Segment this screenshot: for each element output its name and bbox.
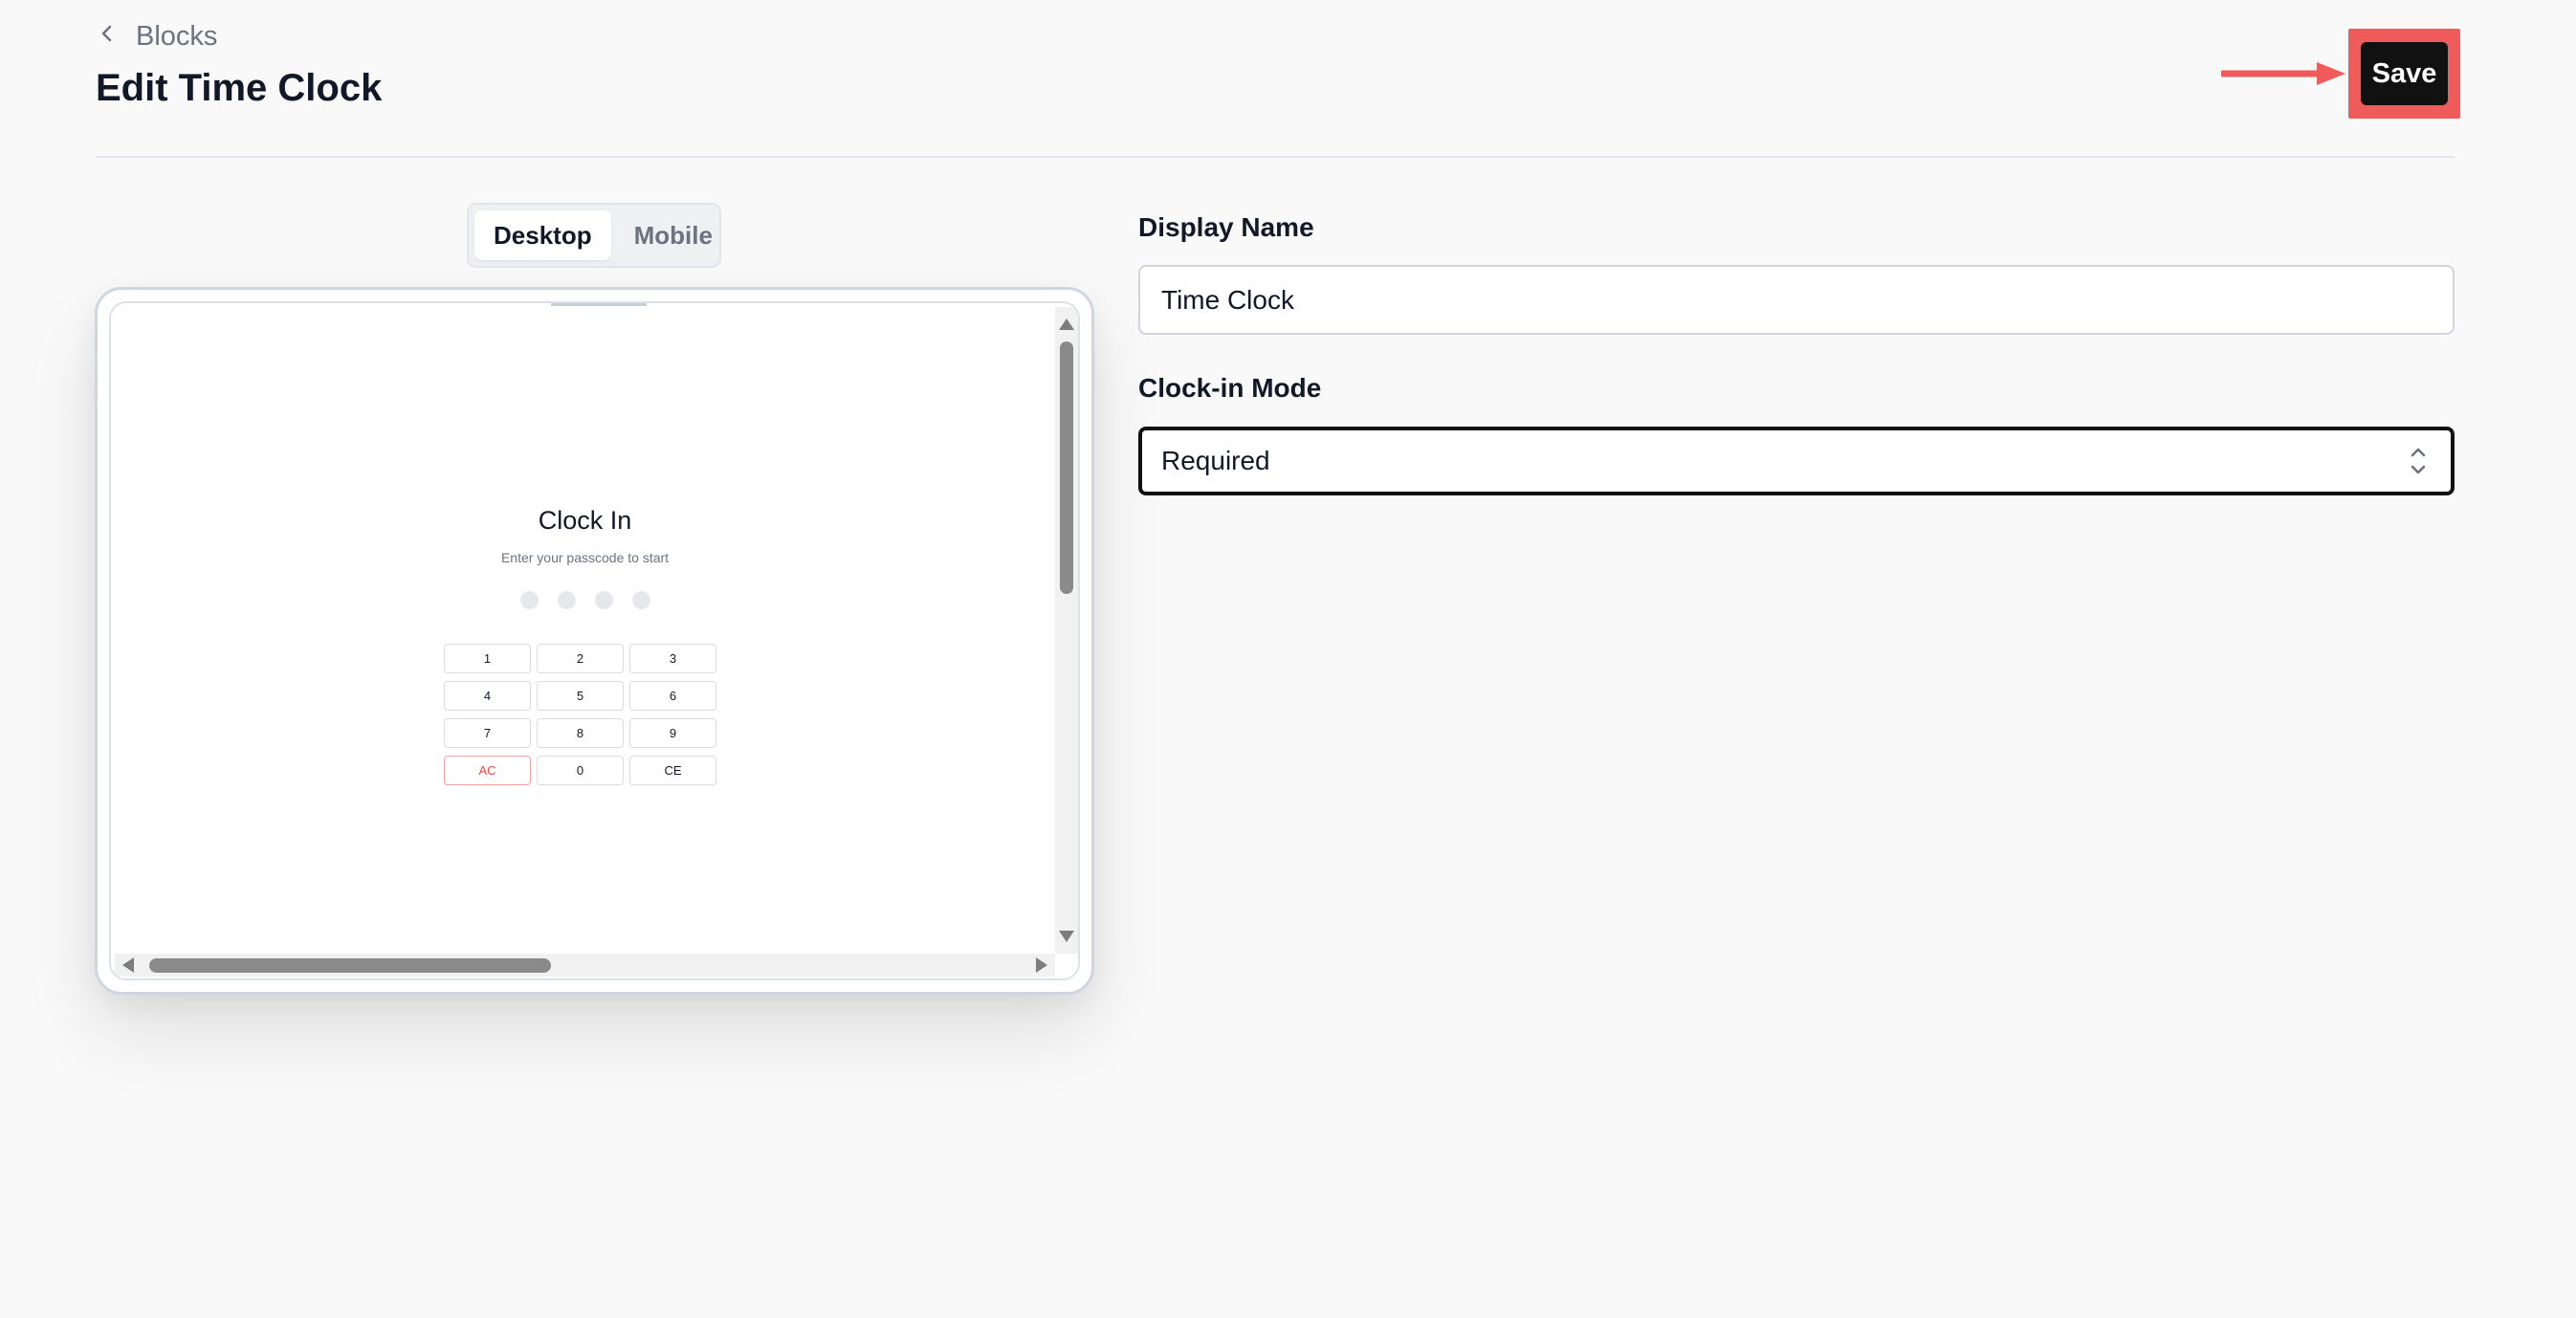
- vertical-scrollbar[interactable]: [1055, 307, 1078, 954]
- display-name-label: Display Name: [1138, 212, 1314, 242]
- page-title: Edit Time Clock: [96, 67, 383, 109]
- clock-in-title: Clock In: [538, 506, 632, 535]
- toggle-mobile[interactable]: Mobile: [615, 210, 732, 260]
- key-clear-all[interactable]: AC: [444, 756, 531, 785]
- breadcrumb-label[interactable]: Blocks: [136, 21, 217, 53]
- view-toggle: Desktop Mobile: [467, 203, 721, 268]
- toggle-desktop[interactable]: Desktop: [474, 210, 611, 260]
- device-notch: [551, 303, 647, 306]
- key-clear-entry[interactable]: CE: [629, 756, 716, 785]
- key-0[interactable]: 0: [537, 756, 624, 785]
- select-chevron-icon: [2411, 448, 2426, 474]
- key-5[interactable]: 5: [537, 681, 624, 711]
- key-7[interactable]: 7: [444, 718, 531, 748]
- key-1[interactable]: 1: [444, 644, 531, 673]
- clockin-mode-label: Clock-in Mode: [1138, 373, 1322, 403]
- passcode-dot: [595, 591, 613, 609]
- save-button[interactable]: Save: [2361, 42, 2448, 105]
- passcode-dot: [520, 591, 539, 609]
- clockin-mode-value: Required: [1161, 446, 1270, 475]
- key-6[interactable]: 6: [629, 681, 716, 711]
- key-3[interactable]: 3: [629, 644, 716, 673]
- clock-in-subtitle: Enter your passcode to start: [500, 550, 670, 565]
- scroll-right-arrow-icon[interactable]: [1036, 957, 1047, 973]
- scroll-down-arrow-icon[interactable]: [1059, 931, 1074, 942]
- key-9[interactable]: 9: [629, 718, 716, 748]
- key-2[interactable]: 2: [537, 644, 624, 673]
- arrow-right-icon: [2221, 62, 2345, 85]
- passcode-dot: [632, 591, 650, 609]
- key-8[interactable]: 8: [537, 718, 624, 748]
- device-screen-frame: Clock In Enter your passcode to start 1 …: [109, 301, 1080, 980]
- clockin-mode-select[interactable]: Required: [1138, 427, 2455, 495]
- scroll-up-arrow-icon[interactable]: [1059, 319, 1074, 330]
- passcode-dots: [520, 591, 650, 609]
- display-name-input[interactable]: [1138, 265, 2455, 335]
- horizontal-scroll-thumb[interactable]: [149, 958, 551, 973]
- vertical-scroll-thumb[interactable]: [1060, 341, 1073, 594]
- key-4[interactable]: 4: [444, 681, 531, 711]
- chevron-left-icon: [96, 21, 119, 53]
- horizontal-scrollbar[interactable]: [115, 954, 1055, 977]
- scroll-left-arrow-icon[interactable]: [122, 957, 134, 973]
- header-divider: [96, 156, 2455, 158]
- preview-screen: Clock In Enter your passcode to start 1 …: [115, 307, 1055, 954]
- passcode-dot: [558, 591, 576, 609]
- breadcrumb[interactable]: Blocks: [96, 21, 217, 53]
- device-preview: Clock In Enter your passcode to start 1 …: [95, 287, 1094, 995]
- keypad: 1 2 3 4 5 6 7 8 9 AC 0 CE: [444, 644, 716, 785]
